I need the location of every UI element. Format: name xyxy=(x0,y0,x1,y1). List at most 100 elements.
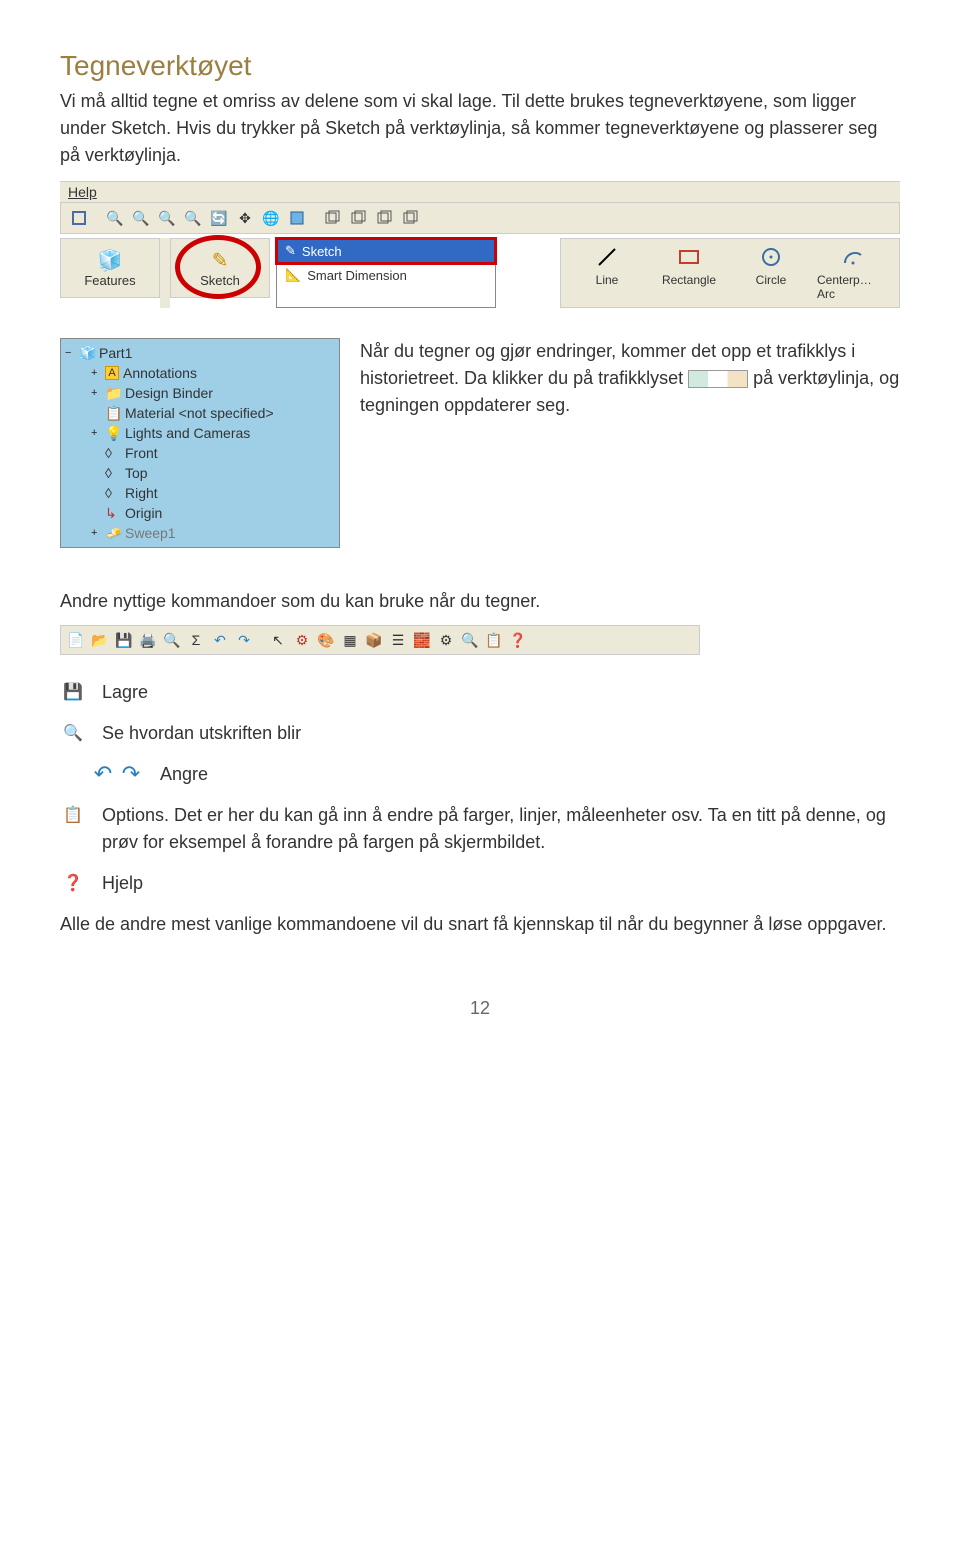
mode-tabs-row: 🧊 Features ✎ Sketch ✎ Sketch 📐 Smart Dim… xyxy=(60,238,900,308)
plane-icon: ◊ xyxy=(105,445,121,461)
binder-icon: 📁 xyxy=(105,385,121,401)
tool-centerarc[interactable]: Centerp… Arc xyxy=(817,245,889,301)
dimension-icon: 📐 xyxy=(285,267,301,283)
tree-material-label: Material <not specified> xyxy=(125,405,274,421)
sketch-tab[interactable]: ✎ Sketch xyxy=(170,238,270,298)
help-label: Hjelp xyxy=(102,870,900,897)
zoom-in-icon[interactable]: 🔍 xyxy=(103,207,127,229)
sketch-menu-item-sketch[interactable]: ✎ Sketch xyxy=(277,239,495,263)
tool-line-label: Line xyxy=(596,273,619,287)
wireframe3-icon[interactable] xyxy=(373,207,397,229)
sketch-tools-bar: Line Rectangle Circle Centerp… Arc xyxy=(560,238,900,308)
undo-label: Angre xyxy=(160,761,900,788)
sketch-pen-icon: ✎ xyxy=(285,243,296,259)
tree-origin-label: Origin xyxy=(125,505,162,521)
sketch-menu-item-smart[interactable]: 📐 Smart Dimension xyxy=(277,263,495,287)
search2-icon[interactable]: 🔍 xyxy=(459,629,481,651)
sketch-menu-smart-label: Smart Dimension xyxy=(307,268,407,283)
new-icon[interactable]: 📄 xyxy=(65,629,87,651)
redo-icon[interactable]: ↷ xyxy=(233,629,255,651)
zoom-fit-icon[interactable]: 🔍 xyxy=(129,207,153,229)
tree-annotations[interactable]: +AAnnotations xyxy=(61,363,339,383)
intro-paragraph: Vi må alltid tegne et omriss av delene s… xyxy=(60,88,900,169)
tree-lights[interactable]: +💡Lights and Cameras xyxy=(61,423,339,443)
tree-lights-label: Lights and Cameras xyxy=(125,425,250,441)
help-large-icon: ❓ xyxy=(60,870,86,896)
page-number: 12 xyxy=(60,998,900,1019)
texture-icon[interactable]: 🧱 xyxy=(411,629,433,651)
features-label: Features xyxy=(84,273,135,288)
options-large-icon: 📋 xyxy=(60,802,86,828)
tool-line[interactable]: Line xyxy=(571,245,643,301)
redo-large-icon: ↷ xyxy=(118,761,144,787)
tree-front[interactable]: ◊Front xyxy=(61,443,339,463)
tree-origin[interactable]: ↳Origin xyxy=(61,503,339,523)
tree-annotations-label: Annotations xyxy=(123,365,197,381)
undo-large-icon: ↶ xyxy=(90,761,116,787)
wireframe4-icon[interactable] xyxy=(399,207,423,229)
options-icon[interactable]: ⚙ xyxy=(435,629,457,651)
rectangle-icon xyxy=(677,245,701,269)
material-btn-icon[interactable]: 📦 xyxy=(363,629,385,651)
zoom-area-icon[interactable]: 🔍 xyxy=(155,207,179,229)
sketch-pencil-icon: ✎ xyxy=(212,248,229,273)
menu-help[interactable]: Help xyxy=(68,184,97,200)
page-title: Tegneverktøyet xyxy=(60,50,900,82)
preview-icon[interactable]: 🔍 xyxy=(161,629,183,651)
tool-circle[interactable]: Circle xyxy=(735,245,807,301)
origin-icon: ↳ xyxy=(105,505,121,521)
closing-paragraph: Alle de andre mest vanlige kommandoene v… xyxy=(60,911,900,938)
sigma-icon[interactable]: Σ xyxy=(185,629,207,651)
features-tab[interactable]: 🧊 Features xyxy=(60,238,160,298)
tree-part[interactable]: −🧊Part1 xyxy=(61,343,339,363)
feature-tree[interactable]: −🧊Part1 +AAnnotations +📁Design Binder 📋M… xyxy=(60,338,340,548)
tree-designbinder[interactable]: +📁Design Binder xyxy=(61,383,339,403)
undo-icon[interactable]: ↶ xyxy=(209,629,231,651)
sketch-tab-label: Sketch xyxy=(200,273,240,288)
pan-icon[interactable]: ✥ xyxy=(233,207,257,229)
preview-large-icon: 🔍 xyxy=(60,720,86,746)
line-icon xyxy=(595,245,619,269)
arc-icon xyxy=(841,245,865,269)
open-icon[interactable]: 📂 xyxy=(89,629,111,651)
color-icon[interactable]: 🎨 xyxy=(315,629,337,651)
list-icon[interactable]: ☰ xyxy=(387,629,409,651)
globe-icon[interactable]: 🌐 xyxy=(259,207,283,229)
part-icon: 🧊 xyxy=(79,345,95,361)
wireframe1-icon[interactable] xyxy=(321,207,345,229)
tree-right-label: Right xyxy=(125,485,158,501)
save-icon[interactable]: 💾 xyxy=(113,629,135,651)
rebuild-icon[interactable]: ⚙ xyxy=(291,629,313,651)
print-icon[interactable]: 🖨️ xyxy=(137,629,159,651)
tree-designbinder-label: Design Binder xyxy=(125,385,213,401)
traffic-light-icon xyxy=(688,370,748,388)
options-label: Options. Det er her du kan gå inn å endr… xyxy=(102,802,900,856)
wireframe2-icon[interactable] xyxy=(347,207,371,229)
rotate-icon[interactable]: 🔄 xyxy=(207,207,231,229)
sketch-menu-sketch-label: Sketch xyxy=(302,244,342,259)
tool-rectangle[interactable]: Rectangle xyxy=(653,245,725,301)
box-icon[interactable] xyxy=(285,207,309,229)
circle-icon xyxy=(759,245,783,269)
sketch-dropdown: ✎ Sketch 📐 Smart Dimension xyxy=(276,238,496,308)
orient-icon[interactable] xyxy=(67,207,91,229)
tree-material[interactable]: 📋Material <not specified> xyxy=(61,403,339,423)
sweep-icon: 🧈 xyxy=(105,525,121,541)
tree-sweep[interactable]: +🧈Sweep1 xyxy=(61,523,339,543)
select-icon[interactable]: ↖ xyxy=(267,629,289,651)
tool-arc-label: Centerp… Arc xyxy=(817,273,889,301)
options2-icon[interactable]: 📋 xyxy=(483,629,505,651)
tree-sweep-label: Sweep1 xyxy=(125,525,176,541)
save-label: Lagre xyxy=(102,679,900,706)
features-icon: 🧊 xyxy=(98,248,123,273)
tool-rect-label: Rectangle xyxy=(662,273,716,287)
tree-top[interactable]: ◊Top xyxy=(61,463,339,483)
help-icon[interactable]: ❓ xyxy=(507,629,529,651)
menu-bar: Help xyxy=(60,181,900,203)
standard-toolbar: 📄 📂 💾 🖨️ 🔍 Σ ↶ ↷ ↖ ⚙ 🎨 ▦ 📦 ☰ 🧱 ⚙ 🔍 📋 ❓ xyxy=(60,625,700,655)
zoom-out-icon[interactable]: 🔍 xyxy=(181,207,205,229)
tree-right[interactable]: ◊Right xyxy=(61,483,339,503)
save-large-icon: 💾 xyxy=(60,679,86,705)
grid-icon[interactable]: ▦ xyxy=(339,629,361,651)
commands-heading: Andre nyttige kommandoer som du kan bruk… xyxy=(60,588,900,615)
